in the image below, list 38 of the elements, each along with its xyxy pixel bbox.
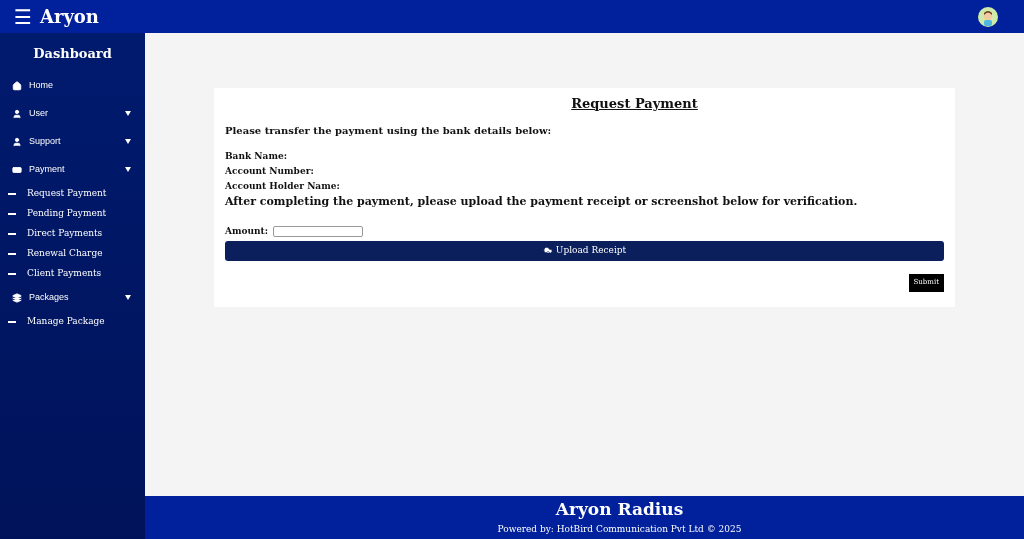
cloud-upload-icon — [542, 245, 553, 256]
sidebar-subitem[interactable]: Request Payment — [0, 183, 145, 204]
sidebar-item[interactable]: Home — [0, 71, 145, 100]
sidebar-item[interactable]: User — [0, 99, 145, 128]
detail-label: Account Holder Name: — [225, 179, 341, 193]
amount-field[interactable] — [273, 226, 364, 238]
sidebar-subitem[interactable]: Direct Payments — [0, 223, 145, 244]
upload-receipt-button[interactable]: Upload Receipt — [225, 240, 944, 261]
sidebar-subitem[interactable]: Renewal Charge — [0, 243, 145, 264]
user-icon — [12, 136, 22, 147]
home-icon — [12, 80, 22, 91]
sidebar-title: Dashboard — [32, 45, 113, 63]
dash-icon — [8, 212, 16, 215]
instruction-text: After completing the payment, please upload the payment receipt or screenshot below for verification. — [225, 193, 859, 210]
sidebar-subitem[interactable]: Client Payments — [0, 263, 145, 284]
dash-icon — [8, 320, 16, 323]
sidebar-subitem[interactable]: Pending Payment — [0, 203, 145, 224]
dash-icon — [8, 272, 16, 275]
dash-icon — [8, 252, 16, 255]
sidebar-item[interactable]: Support — [0, 127, 145, 156]
brand-title: Aryon — [39, 5, 99, 29]
intro-text: Please transfer the payment using the bank details below: — [225, 123, 553, 138]
sidebar-item[interactable]: Packages — [0, 283, 145, 312]
menu-icon[interactable]: ☰ — [14, 6, 32, 27]
footer-credit: Powered by: HotBird Communication Pvt Ltd © 2025 — [497, 524, 742, 535]
dash-icon — [8, 232, 16, 235]
detail-label: Account Number: — [225, 164, 315, 178]
sidebar-item[interactable]: Payment — [0, 155, 145, 184]
footer-title: Aryon Radius — [555, 498, 684, 520]
user-icon — [12, 108, 22, 119]
sidebar-subitem[interactable]: Manage Package — [0, 311, 145, 332]
card-title: Request Payment — [570, 95, 699, 113]
banknote-icon — [12, 164, 22, 175]
amount-label: Amount: — [225, 225, 269, 238]
layers-icon — [12, 292, 22, 303]
avatar-icon[interactable] — [978, 6, 998, 27]
detail-label: Bank Name: — [225, 149, 288, 163]
dash-icon — [8, 192, 16, 195]
